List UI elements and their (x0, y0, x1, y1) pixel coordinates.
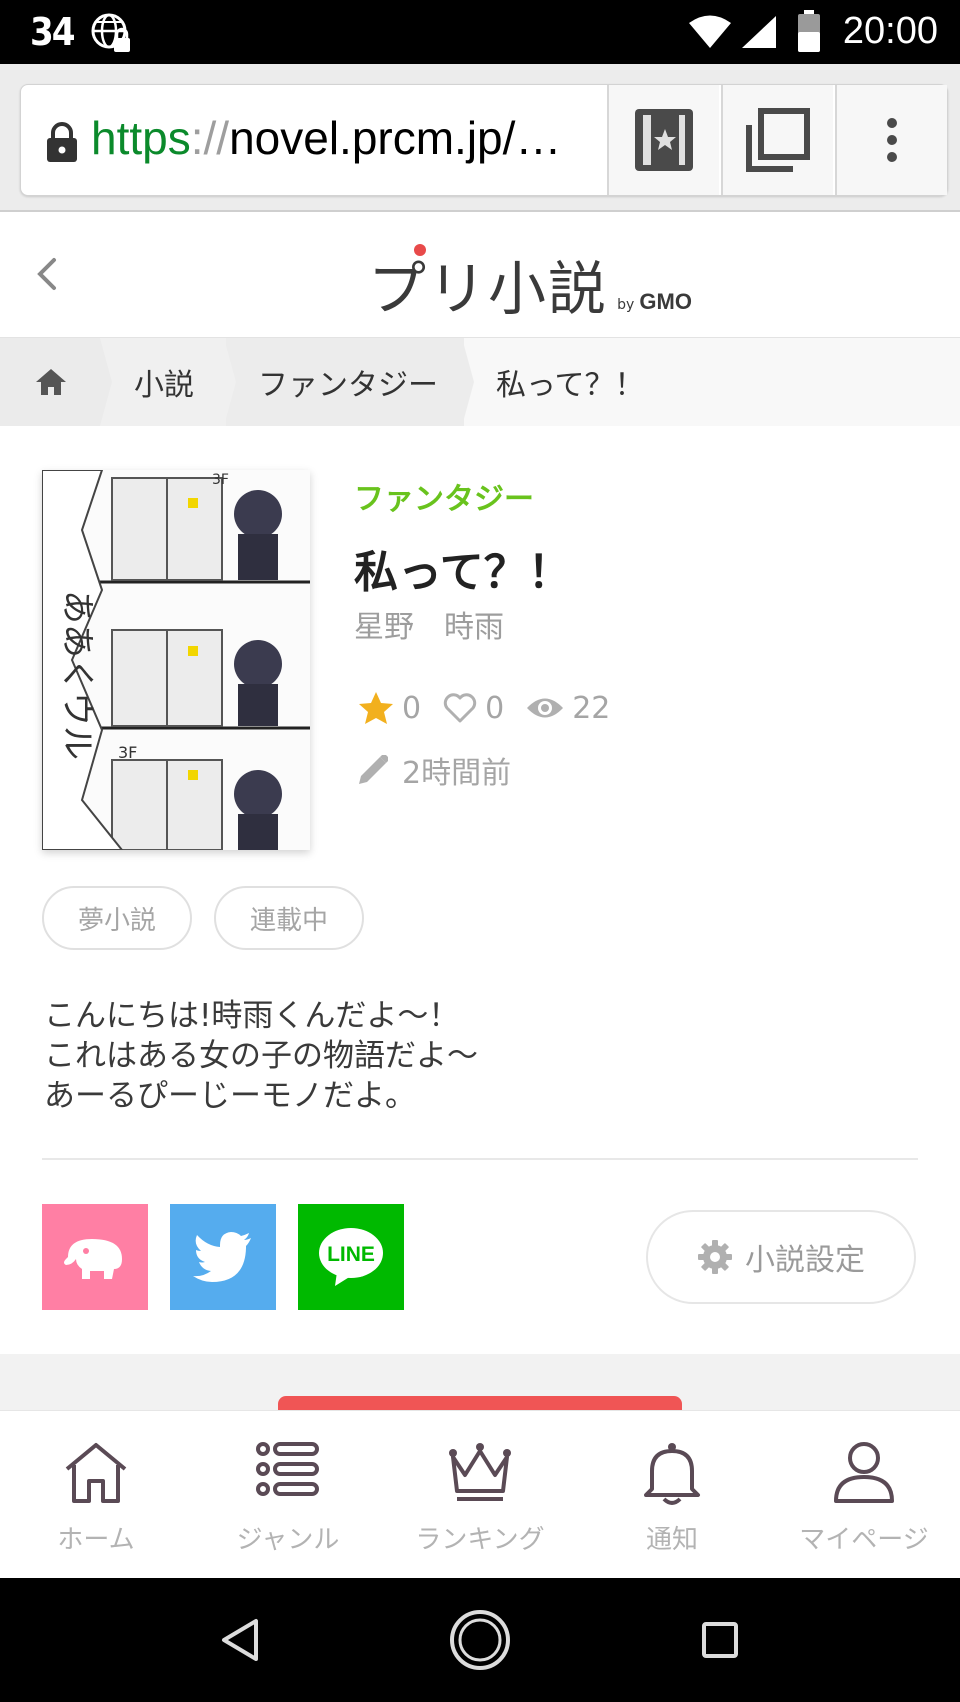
bell-icon (644, 1443, 700, 1505)
recents-square-icon[interactable] (701, 1621, 739, 1659)
system-navigation-bar (0, 1578, 960, 1702)
svg-text:3F: 3F (118, 743, 137, 762)
url-bar[interactable]: https://novel.prcm.jp/… (20, 84, 948, 196)
nav-mypage[interactable]: マイページ (768, 1411, 960, 1579)
pencil-icon (359, 755, 388, 784)
svg-text:3F: 3F (212, 472, 229, 488)
status-notification-count: 34 (30, 10, 76, 54)
logo-dot (414, 244, 426, 256)
breadcrumb: 小説 ファンタジー 私って？！ (0, 338, 960, 426)
svg-text:ああくウル: ああくウル (57, 590, 97, 760)
novel-description: こんにちは!時雨くんだよ〜！ これはある女の子の物語だよ〜 あーるぴーじーモノだ… (44, 998, 478, 1114)
settings-label: 小説設定 (745, 1243, 865, 1278)
star-icon (359, 692, 393, 724)
share-twitter-button[interactable] (170, 1204, 276, 1310)
breadcrumb-separator (90, 338, 112, 426)
novel-card: ああくウル 3F 3F ファンタジー 私って？！ 星野 時雨 0 0 22 2時… (0, 426, 960, 1354)
signal-icon (742, 16, 776, 48)
wifi-icon (689, 15, 731, 48)
novel-author[interactable]: 星野 時雨 (354, 602, 504, 646)
divider (42, 1158, 918, 1160)
line-icon: LINE (319, 1228, 383, 1286)
novel-stats: 0 0 22 (358, 688, 632, 728)
lock-icon (47, 122, 77, 162)
tag-ongoing[interactable]: 連載中 (214, 886, 365, 950)
breadcrumb-separator (452, 338, 474, 426)
breadcrumb-separator (214, 338, 236, 426)
back-chevron-icon[interactable] (32, 254, 62, 294)
user-icon (834, 1442, 894, 1503)
bookmark-button[interactable] (607, 85, 719, 195)
tabs-icon (746, 108, 810, 172)
breadcrumb-home[interactable] (34, 338, 68, 426)
breadcrumb-current: 私って？！ (496, 368, 645, 403)
cover-comic-illustration: ああくウル 3F 3F (42, 470, 310, 850)
novel-settings-button[interactable]: 小説設定 (646, 1210, 916, 1304)
status-bar: 34 20:00 (0, 0, 960, 64)
screen: 34 20:00 https://novel.prcm.jp/… プリ小説 by… (0, 0, 960, 1702)
nav-notifications[interactable]: 通知 (576, 1411, 768, 1579)
heart-icon (443, 693, 477, 723)
share-line-button[interactable]: LINE (298, 1204, 404, 1310)
browser-toolbar: https://novel.prcm.jp/… (0, 64, 960, 212)
svg-text:LINE: LINE (327, 1243, 375, 1266)
star-count: 0 (402, 690, 422, 726)
battery-icon (798, 10, 820, 52)
novel-updated: 2時間前 (356, 750, 512, 791)
list-icon (256, 1442, 319, 1496)
updated-time: 2時間前 (402, 756, 512, 791)
breadcrumb-genre[interactable]: ファンタジー (258, 338, 438, 426)
nav-genre[interactable]: ジャンル (192, 1411, 384, 1579)
share-prcm-button[interactable] (42, 1204, 148, 1310)
more-vert-icon (887, 118, 897, 162)
breadcrumb-novels[interactable]: 小説 (134, 338, 194, 426)
tag-dream-novel[interactable]: 夢小説 (42, 886, 193, 950)
crown-icon (449, 1443, 511, 1501)
nav-home[interactable]: ホーム (0, 1411, 192, 1579)
twitter-bird-icon (193, 1232, 251, 1282)
gear-icon (698, 1240, 732, 1274)
tag-list: 夢小説 連載中 (42, 886, 386, 950)
url-text[interactable]: https://novel.prcm.jp/… (91, 111, 561, 165)
elephant-icon (64, 1239, 122, 1279)
eye-icon (527, 698, 564, 718)
back-triangle-icon[interactable] (220, 1618, 260, 1662)
bookmark-star-icon (635, 109, 693, 171)
read-button-edge[interactable] (278, 1396, 682, 1410)
novel-genre[interactable]: ファンタジー (354, 474, 534, 518)
like-count: 0 (485, 690, 505, 726)
tabs-button[interactable] (721, 85, 833, 195)
menu-button[interactable] (835, 85, 947, 195)
app-logo[interactable]: プリ小説 by GMO (368, 242, 692, 323)
view-count: 22 (572, 690, 611, 726)
novel-cover-image[interactable]: ああくウル 3F 3F (42, 470, 310, 850)
home-icon (36, 369, 66, 395)
nav-ranking[interactable]: ランキング (384, 1411, 576, 1579)
status-time: 20:00 (842, 10, 938, 52)
novel-title: 私って？！ (354, 547, 572, 598)
home-icon (65, 1443, 127, 1503)
app-header: プリ小説 by GMO (0, 212, 960, 338)
vpn-globe-icon (91, 13, 130, 52)
bottom-navigation: ホーム ジャンル ランキング 通知 マイページ (0, 1410, 960, 1578)
home-circle-icon[interactable] (449, 1609, 511, 1671)
